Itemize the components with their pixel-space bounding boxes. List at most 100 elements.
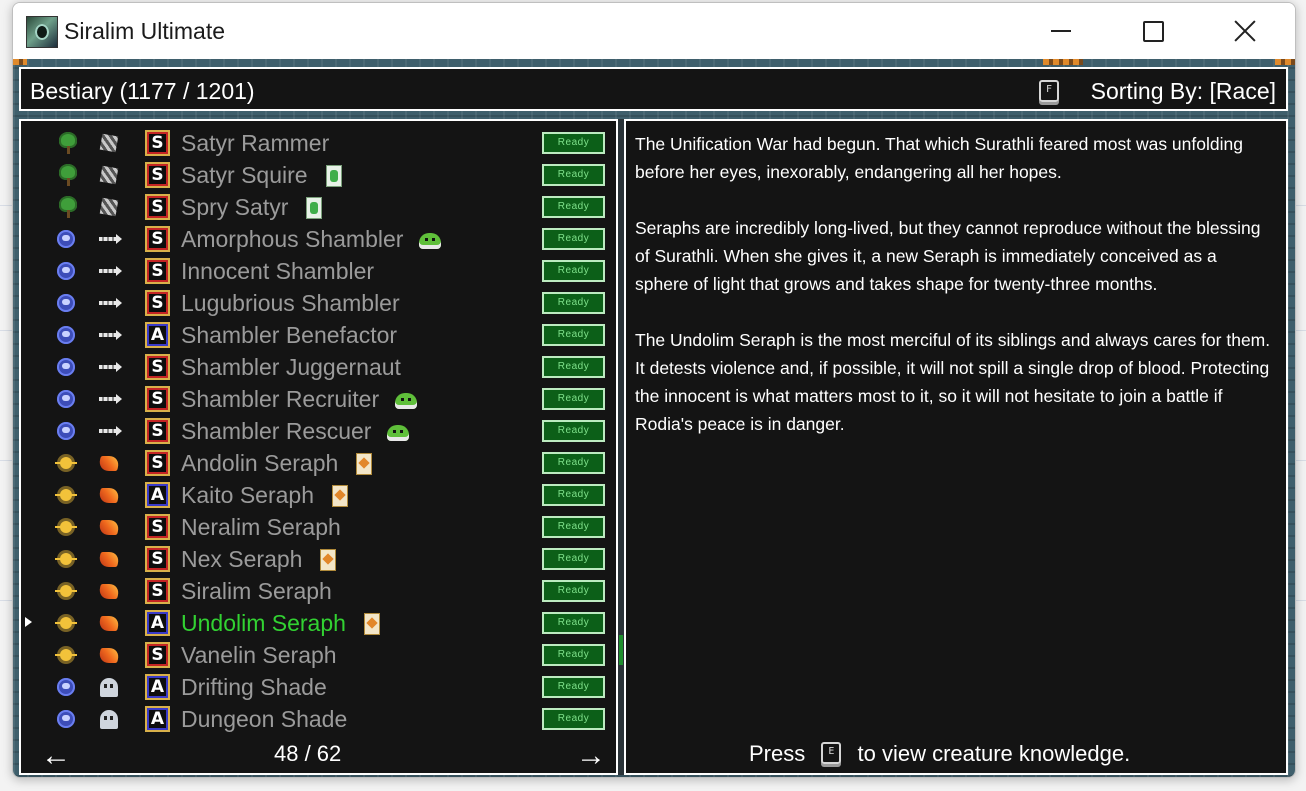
creature-list: S Satyr Rammer Ready S Satyr Squire Ready S Spr…	[19, 119, 618, 775]
e-key-icon: E	[821, 742, 842, 764]
creature-name: Satyr Squire	[181, 162, 308, 188]
fire-icon	[97, 453, 121, 473]
creature-name: Shambler Rescuer	[181, 418, 372, 444]
creature-name: Amorphous Shambler	[181, 226, 404, 252]
creature-row[interactable]: A Shambler Benefactor Ready	[21, 319, 616, 351]
bone-icon	[97, 133, 121, 153]
press-suffix: to view creature knowledge.	[857, 741, 1131, 766]
creature-name: Innocent Shambler	[181, 258, 375, 284]
star-card-icon	[318, 549, 338, 571]
decor-strip	[1275, 59, 1295, 65]
creature-row[interactable]: S Amorphous Shambler Ready	[21, 223, 616, 255]
arrow-icon	[97, 389, 122, 409]
f-key-icon: F	[1039, 80, 1059, 102]
creature-row[interactable]: S Satyr Rammer Ready	[21, 127, 616, 159]
sun-icon	[55, 580, 77, 602]
arrow-icon	[97, 421, 122, 441]
ready-badge: Ready	[542, 644, 605, 666]
class-badge: S	[145, 578, 170, 604]
minimize-button[interactable]	[1015, 3, 1107, 59]
class-badge: S	[145, 642, 170, 668]
maximize-button[interactable]	[1107, 3, 1199, 59]
sun-icon	[55, 484, 77, 506]
ghost-icon	[97, 709, 121, 729]
creature-row[interactable]: S Siralim Seraph Ready	[21, 575, 616, 607]
green-card-icon	[324, 165, 344, 187]
creature-row[interactable]: A Drifting Shade Ready	[21, 671, 616, 703]
creature-row[interactable]: A Kaito Seraph Ready	[21, 479, 616, 511]
star-card-icon	[330, 485, 350, 507]
arrow-icon	[97, 325, 122, 345]
ready-badge: Ready	[542, 132, 605, 154]
prev-page-arrow[interactable]: ←	[41, 741, 71, 771]
lore-paragraph: The Undolim Seraph is the most merciful …	[635, 330, 1271, 434]
star-card-icon	[362, 613, 382, 635]
fire-icon	[97, 517, 121, 537]
creature-row[interactable]: S Spry Satyr Ready	[21, 191, 616, 223]
sun-icon	[55, 644, 77, 666]
game-viewport: Bestiary (1177 / 1201) F Sorting By: [Ra…	[13, 59, 1295, 777]
decor-strip	[13, 59, 27, 65]
window-title: Siralim Ultimate	[64, 18, 226, 44]
creature-row[interactable]: S Shambler Recruiter Ready	[21, 383, 616, 415]
ready-badge: Ready	[542, 548, 605, 570]
creature-name: Lugubrious Shambler	[181, 290, 400, 316]
creature-row[interactable]: S Lugubrious Shambler Ready	[21, 287, 616, 319]
class-badge: S	[145, 290, 170, 316]
ready-badge: Ready	[542, 580, 605, 602]
sun-icon	[55, 612, 77, 634]
creature-name: Nex Seraph	[181, 546, 303, 572]
creature-row[interactable]: S Vanelin Seraph Ready	[21, 639, 616, 671]
minimize-icon	[1051, 30, 1071, 32]
creature-row[interactable]: S Innocent Shambler Ready	[21, 255, 616, 287]
title-bar[interactable]: Siralim Ultimate	[13, 3, 1295, 59]
creature-row[interactable]: A Dungeon Shade Ready	[21, 703, 616, 735]
creature-row[interactable]: S Nex Seraph Ready	[21, 543, 616, 575]
app-window: Siralim Ultimate Bestiary (1177 / 1201) …	[12, 2, 1296, 778]
creature-row[interactable]: S Neralim Seraph Ready	[21, 511, 616, 543]
class-badge: S	[145, 258, 170, 284]
ready-badge: Ready	[542, 420, 605, 442]
class-badge: S	[145, 194, 170, 220]
fire-icon	[97, 549, 121, 569]
orb-icon	[55, 292, 77, 314]
orb-icon	[55, 228, 77, 250]
ready-badge: Ready	[542, 260, 605, 282]
lore-text: The Unification War had begun. That whic…	[635, 130, 1275, 466]
class-badge: S	[145, 354, 170, 380]
press-prefix: Press	[749, 741, 806, 766]
arrow-icon	[97, 357, 122, 377]
close-button[interactable]	[1199, 3, 1291, 59]
arrow-icon	[97, 229, 122, 249]
ready-badge: Ready	[542, 196, 605, 218]
next-page-arrow[interactable]: →	[576, 741, 606, 771]
ready-badge: Ready	[542, 388, 605, 410]
ready-badge: Ready	[542, 228, 605, 250]
creature-row[interactable]: S Andolin Seraph Ready	[21, 447, 616, 479]
class-badge: A	[145, 674, 170, 700]
creature-row[interactable]: S Shambler Rescuer Ready	[21, 415, 616, 447]
creature-name: Drifting Shade	[181, 674, 327, 700]
creature-row[interactable]: S Satyr Squire Ready	[21, 159, 616, 191]
sort-label[interactable]: Sorting By: [Race]	[1091, 78, 1276, 105]
creature-row[interactable]: S Shambler Juggernaut Ready	[21, 351, 616, 383]
ready-badge: Ready	[542, 356, 605, 378]
tree-icon	[58, 196, 80, 218]
slime-icon	[419, 229, 441, 251]
fire-icon	[97, 645, 121, 665]
app-icon	[26, 16, 58, 48]
star-card-icon	[354, 453, 374, 475]
class-badge: S	[145, 514, 170, 540]
creature-row[interactable]: A Undolim Seraph Ready	[21, 607, 616, 639]
creature-name: Undolim Seraph	[181, 610, 346, 636]
bestiary-header: Bestiary (1177 / 1201) F Sorting By: [Ra…	[19, 67, 1288, 111]
ready-badge: Ready	[542, 484, 605, 506]
creature-name: Shambler Recruiter	[181, 386, 380, 412]
slime-icon	[387, 421, 409, 443]
class-badge: S	[145, 386, 170, 412]
creature-name: Spry Satyr	[181, 194, 289, 220]
arrow-icon	[97, 261, 122, 281]
sun-icon	[55, 548, 77, 570]
selection-cursor-icon	[25, 617, 32, 627]
sun-icon	[55, 452, 77, 474]
